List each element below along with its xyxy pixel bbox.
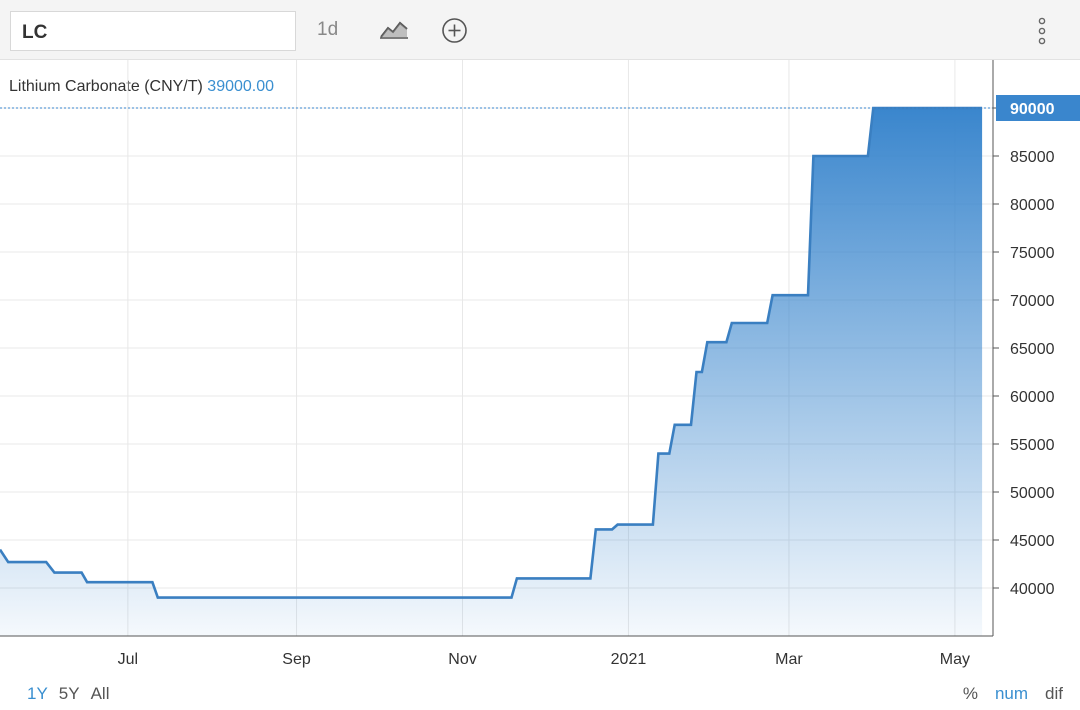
y-tick-label: 70000 [1010, 293, 1055, 310]
y-tick-label: 85000 [1010, 149, 1055, 166]
x-tick-label: Nov [448, 651, 476, 668]
price-area [0, 108, 983, 636]
vertical-dots-icon[interactable] [1032, 15, 1052, 47]
mode-option-percent[interactable]: % [963, 684, 978, 703]
x-tick-label: Mar [775, 651, 803, 668]
range-option-1y[interactable]: 1Y [27, 684, 48, 703]
y-tick-label: 40000 [1010, 581, 1055, 598]
y-tick-label: 45000 [1010, 533, 1055, 550]
y-tick-label: 55000 [1010, 437, 1055, 454]
mode-selector: % num dif [946, 684, 1063, 704]
plus-circle-icon[interactable] [441, 17, 468, 44]
range-option-all[interactable]: All [91, 684, 110, 703]
interval-selector[interactable]: 1d [317, 19, 338, 41]
line-chart-icon[interactable] [378, 17, 410, 43]
symbol-input[interactable]: LC [10, 11, 296, 51]
y-tick-label: 60000 [1010, 389, 1055, 406]
x-tick-label: Sep [282, 651, 311, 668]
y-tick-label: 65000 [1010, 341, 1055, 358]
y-tick-label: 80000 [1010, 197, 1055, 214]
mode-option-dif[interactable]: dif [1045, 684, 1063, 703]
x-tick-label: 2021 [611, 651, 647, 668]
last-price-badge-label: 90000 [1010, 101, 1055, 118]
x-tick-label: Jul [118, 651, 138, 668]
range-selector: 1Y 5Y All [27, 684, 121, 704]
mode-option-num[interactable]: num [995, 684, 1028, 703]
range-option-5y[interactable]: 5Y [59, 684, 80, 703]
x-tick-label: May [940, 651, 970, 668]
y-tick-label: 50000 [1010, 485, 1055, 502]
y-axis-ticks: 40000 45000 50000 55000 60000 65000 70000 75000… [993, 107, 1055, 598]
x-axis-ticks: Jul Sep Nov 2021 Mar May [118, 651, 970, 668]
chart-toolbar: LC 1d [0, 0, 1080, 60]
price-chart[interactable]: 40000 45000 50000 55000 60000 65000 70000 75000… [0, 60, 1080, 680]
y-tick-label: 75000 [1010, 245, 1055, 262]
